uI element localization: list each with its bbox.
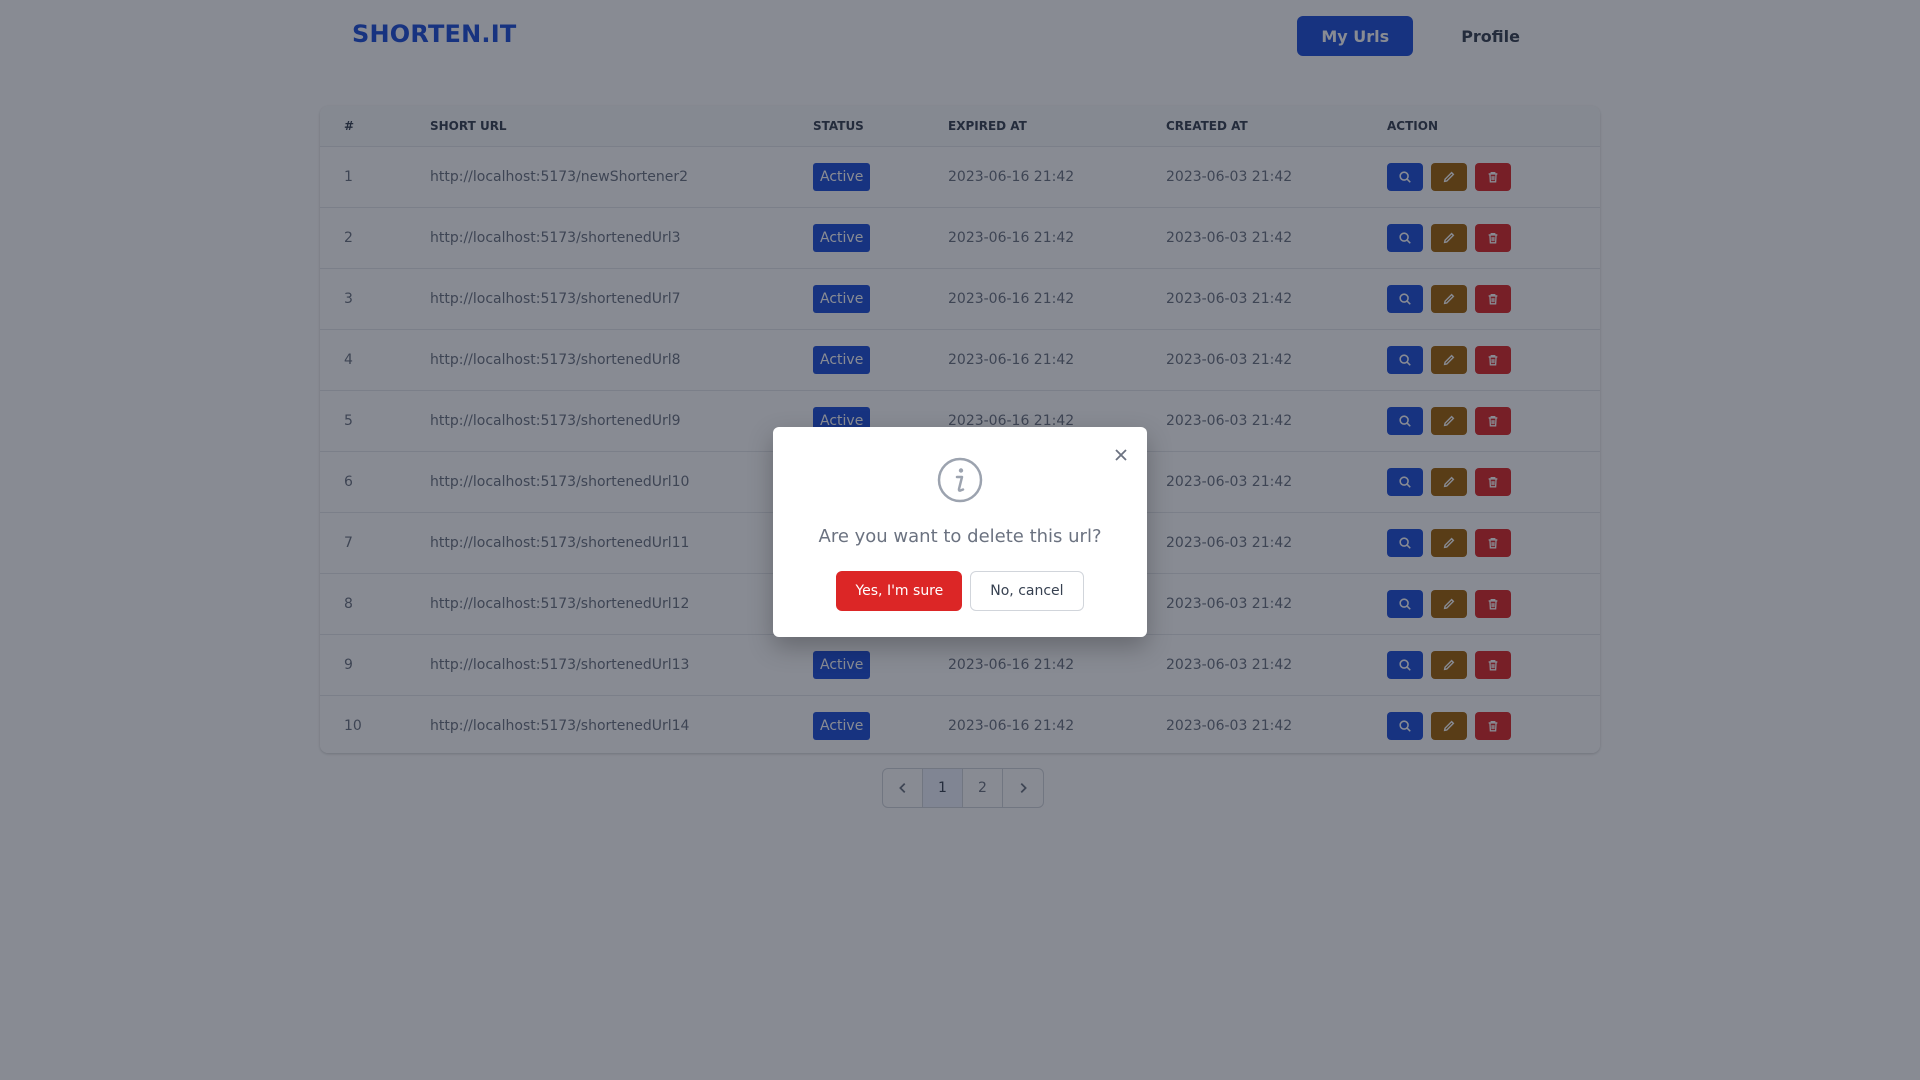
modal-message: Are you want to delete this url? [818, 526, 1102, 547]
cancel-delete-button[interactable]: No, cancel [970, 571, 1084, 611]
delete-confirm-modal: Are you want to delete this url? Yes, I'… [773, 427, 1147, 637]
close-icon [1115, 449, 1127, 461]
modal-close-button[interactable] [1109, 443, 1133, 467]
info-icon [937, 457, 983, 503]
confirm-delete-button[interactable]: Yes, I'm sure [836, 571, 963, 611]
modal-actions: Yes, I'm sure No, cancel [773, 571, 1147, 611]
